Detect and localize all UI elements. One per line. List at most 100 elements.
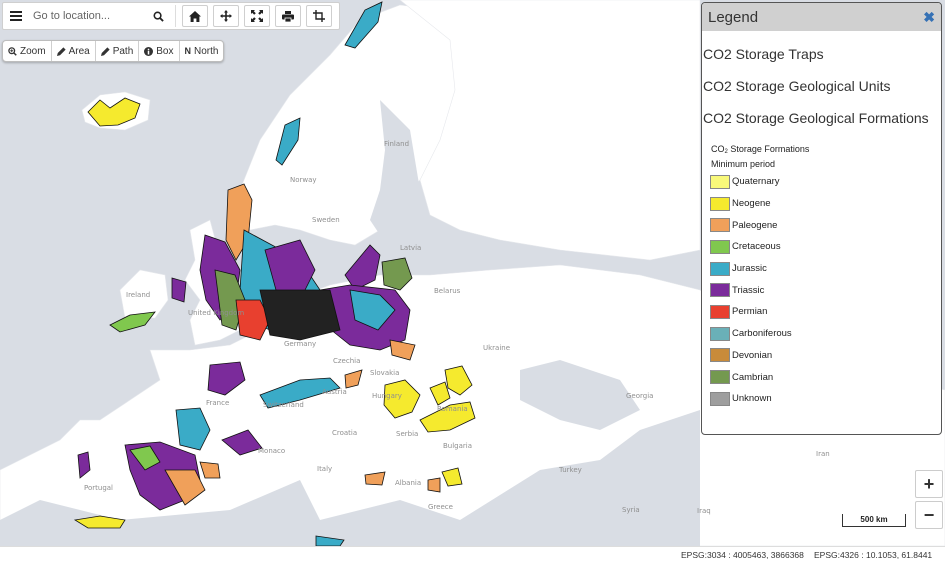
area-tool-label: Area — [68, 45, 90, 57]
legend-item-label: Permian — [732, 306, 768, 318]
menu-button[interactable] — [3, 3, 29, 29]
legend-item: Cambrian — [710, 366, 792, 388]
place-label: Turkey — [559, 466, 582, 474]
legend-item-label: Neogene — [732, 198, 771, 210]
legend-subtitle: CO2 Storage Formations Minimum period — [711, 143, 809, 170]
search-button[interactable] — [147, 5, 169, 27]
move-arrows-icon — [220, 10, 232, 22]
info-icon — [144, 46, 154, 56]
place-label: Ukraine — [483, 344, 511, 352]
place-label: Czechia — [333, 357, 361, 365]
expand-icon — [251, 10, 263, 22]
place-label: Iraq — [697, 507, 711, 515]
legend-subtitle-suffix: Storage Formations — [727, 144, 810, 154]
crop-button[interactable] — [306, 5, 332, 27]
place-label: Romania — [437, 405, 468, 413]
pencil-icon — [56, 46, 66, 56]
toolbar-divider — [175, 5, 176, 27]
legend-link-formations[interactable]: CO2 Storage Geological Formations — [703, 110, 929, 126]
north-tool-button[interactable]: N North — [180, 41, 224, 61]
place-label: Germany — [284, 340, 317, 348]
box-tool-label: Box — [156, 45, 174, 57]
place-label: United Kingdom — [188, 309, 245, 317]
legend-swatch — [710, 326, 730, 341]
legend-panel: Legend ✖ CO2 Storage Traps CO2 Storage G… — [701, 2, 942, 435]
hamburger-icon — [10, 11, 22, 21]
area-tool-button[interactable]: Area — [52, 41, 96, 61]
print-icon — [282, 10, 294, 22]
pencil-icon — [100, 46, 110, 56]
legend-item: Permian — [710, 301, 792, 323]
legend-item-label: Carboniferous — [732, 328, 792, 340]
legend-swatch — [710, 196, 730, 211]
place-label: Iran — [816, 450, 830, 458]
legend-subtitle-line2: Minimum period — [711, 159, 776, 169]
legend-link-units[interactable]: CO2 Storage Geological Units — [703, 78, 891, 94]
print-button[interactable] — [275, 5, 301, 27]
fullscreen-button[interactable] — [244, 5, 270, 27]
legend-header: Legend ✖ — [702, 3, 941, 31]
place-label: Croatia — [332, 429, 358, 437]
zoom-tool-label: Zoom — [20, 45, 46, 57]
legend-item: Triassic — [710, 279, 792, 301]
place-label: Portugal — [84, 484, 113, 492]
legend-item-label: Paleogene — [732, 219, 778, 231]
path-tool-button[interactable]: Path — [96, 41, 140, 61]
legend-swatch — [710, 304, 730, 319]
place-label: Georgia — [626, 392, 654, 400]
legend-item: Jurassic — [710, 258, 792, 280]
status-bar: EPSG:3034 : 4005463, 3866368 EPSG:4326 :… — [0, 546, 945, 562]
legend-title: Legend — [708, 8, 759, 26]
place-label: Hungary — [372, 392, 402, 400]
place-label: Norway — [290, 176, 317, 184]
measure-toolbar: Zoom Area Path Box N North — [2, 40, 225, 62]
home-button[interactable] — [182, 5, 208, 27]
scale-bar: 500 km — [842, 514, 906, 527]
place-label: Albania — [395, 479, 422, 487]
zoom-in-button[interactable]: + — [915, 470, 943, 498]
legend-item: Carboniferous — [710, 323, 792, 345]
close-icon[interactable]: ✖ — [923, 9, 935, 26]
legend-swatch — [710, 239, 730, 254]
place-label: Monaco — [258, 447, 286, 455]
search-icon — [153, 11, 164, 22]
place-label: Belarus — [434, 287, 461, 295]
legend-item-label: Unknown — [732, 393, 772, 405]
crop-icon — [313, 10, 325, 22]
legend-subtitle-prefix: CO — [711, 144, 725, 154]
legend-item: Devonian — [710, 345, 792, 367]
legend-item-label: Quaternary — [732, 176, 780, 188]
legend-item: Quaternary — [710, 171, 792, 193]
coordinate-readout-epsg4326: EPSG:4326 : 10.1053, 61.8441 — [814, 550, 933, 560]
place-label: Italy — [317, 465, 333, 473]
place-label: Ireland — [126, 291, 151, 299]
home-icon — [189, 10, 201, 22]
legend-item-label: Cambrian — [732, 371, 774, 383]
legend-item-label: Devonian — [732, 349, 773, 361]
legend-item: Cretaceous — [710, 236, 792, 258]
location-search-input[interactable] — [29, 5, 147, 27]
place-label: France — [206, 399, 230, 407]
legend-swatch — [710, 261, 730, 276]
place-label: Syria — [622, 506, 640, 514]
place-label: Greece — [428, 503, 453, 511]
legend-item: Paleogene — [710, 214, 792, 236]
place-label: Serbia — [396, 430, 419, 438]
legend-swatch — [710, 391, 730, 406]
coordinate-readout-epsg3034: EPSG:3034 : 4005463, 3866368 — [681, 550, 804, 560]
pan-button[interactable] — [213, 5, 239, 27]
box-tool-button[interactable]: Box — [139, 41, 180, 61]
place-label: Finland — [384, 140, 410, 148]
main-toolbar — [2, 2, 340, 30]
legend-item-label: Jurassic — [732, 263, 767, 275]
zoom-out-button[interactable]: − — [915, 501, 943, 529]
legend-swatch — [710, 370, 730, 385]
place-label: Latvia — [400, 244, 422, 252]
place-label: Bulgaria — [443, 442, 473, 450]
place-label: Slovakia — [370, 369, 400, 377]
legend-link-traps[interactable]: CO2 Storage Traps — [703, 46, 824, 62]
north-icon: N — [184, 46, 192, 56]
place-label: Austria — [322, 388, 347, 396]
zoom-tool-button[interactable]: Zoom — [3, 41, 52, 61]
zoom-icon — [8, 46, 17, 56]
